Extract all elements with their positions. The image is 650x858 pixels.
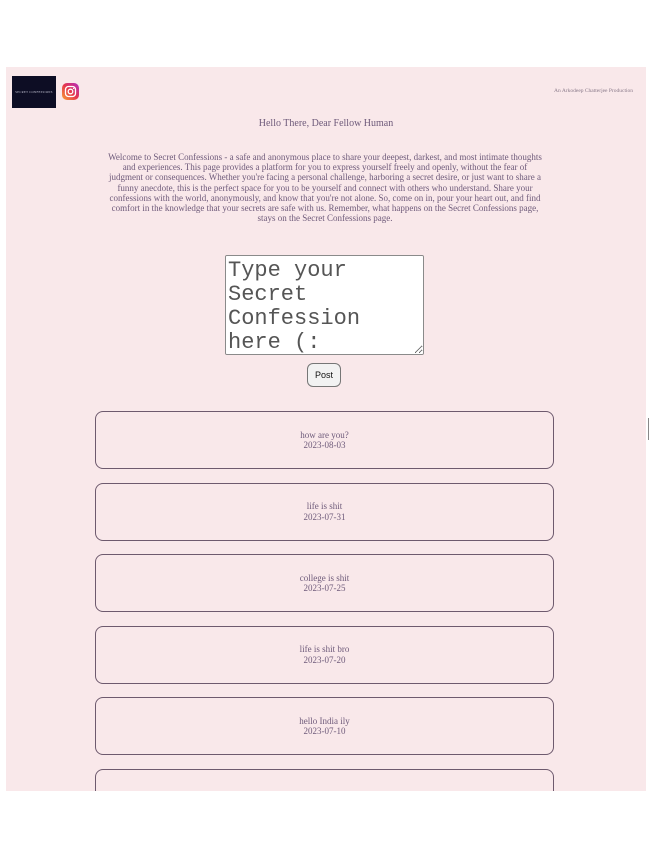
confession-text: life is shit bro — [299, 644, 350, 654]
intro-paragraph: Welcome to Secret Confessions - a safe a… — [108, 152, 542, 224]
instagram-link[interactable] — [62, 83, 79, 100]
credit-text: An Arkodeep Chatterjee Production — [554, 88, 633, 94]
confession-card: hello India ily 2023-07-10 — [95, 697, 554, 755]
confession-date: 2023-07-31 — [303, 511, 346, 522]
confession-text: hello India ily — [299, 715, 350, 726]
confession-date: 2023-07-20 — [303, 654, 346, 665]
confession-card: life is shit bro 2023-07-20 — [95, 625, 554, 684]
confession-date: 2023-07-10 — [303, 726, 346, 736]
confession-text: college is shit — [299, 572, 350, 583]
confession-card — [95, 768, 554, 791]
greeting-heading: Hello There, Dear Fellow Human — [258, 118, 394, 129]
site-logo[interactable]: SECRET CONFESSIONS — [12, 76, 56, 108]
confession-text: life is shit — [306, 501, 343, 511]
instagram-icon — [64, 85, 77, 98]
confession-date: 2023-07-25 — [303, 583, 346, 593]
confession-input[interactable] — [225, 255, 424, 355]
post-button[interactable]: Post — [307, 363, 341, 387]
confession-card: life is shit 2023-07-31 — [95, 482, 554, 541]
confession-card: how are you? 2023-08-03 — [95, 411, 554, 469]
scrollbar-indicator[interactable] — [648, 418, 649, 440]
site-logo-text: SECRET CONFESSIONS — [15, 90, 53, 94]
confession-text: how are you? — [300, 429, 349, 440]
page: SECRET CONFESSIONS An Arkodeep Chatterje… — [6, 67, 646, 791]
confession-card: college is shit 2023-07-25 — [95, 554, 554, 612]
confession-date: 2023-08-03 — [303, 440, 346, 450]
